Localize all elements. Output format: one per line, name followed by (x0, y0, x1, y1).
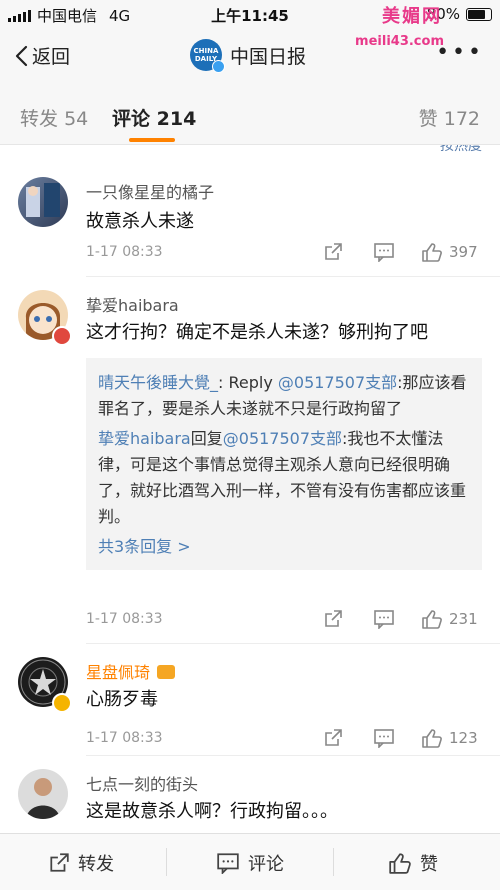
divider (166, 848, 167, 876)
china-daily-logo: CHINA DAILY (190, 39, 225, 73)
tab-comments[interactable]: 评论 214 (112, 104, 196, 131)
tab-likes[interactable]: 赞 172 (419, 104, 480, 131)
bottom-action-bar: 转发 评论 赞 (0, 833, 500, 890)
share-icon[interactable] (323, 728, 343, 748)
reply-author[interactable]: 晴天午後睡大覺_ (98, 373, 218, 392)
verified-icon (52, 693, 72, 713)
comment-time: 1-17 08:33 (86, 611, 163, 627)
comment-text: 故意杀人未遂 (86, 211, 194, 232)
sort-hot-link[interactable]: 按热度 (440, 145, 482, 155)
reply-icon[interactable] (373, 609, 395, 629)
avatar[interactable] (18, 177, 68, 227)
share-icon[interactable] (323, 242, 343, 262)
like-button[interactable]: 231 (421, 609, 478, 629)
mention-link[interactable]: @0517507支部 (278, 373, 397, 392)
share-icon (50, 853, 69, 872)
comment-list[interactable]: 按热度 一只像星星的橘子 故意杀人未遂 1-17 08:33 397 挚爱hai… (0, 145, 500, 833)
comment-text: 这是故意杀人啊？行政拘留。。。 (86, 801, 338, 822)
comment-actions: 397 (323, 241, 484, 263)
avatar-image (26, 183, 60, 217)
divider (86, 643, 500, 644)
tab-indicator (129, 138, 175, 142)
comment-author[interactable]: 挚爱haibara (86, 292, 179, 316)
comment-time: 1-17 08:33 (86, 730, 163, 746)
comment-text: 心肠歹毒 (86, 689, 158, 710)
account-header[interactable]: CHINA DAILY 中国日报 (190, 39, 307, 73)
battery-icon (466, 7, 492, 21)
avatar[interactable] (18, 769, 68, 819)
comment-icon (217, 853, 239, 874)
back-label: 返回 (32, 46, 71, 68)
thumbs-up-icon (422, 610, 442, 629)
comment-actions: 231 (323, 608, 484, 630)
watermark-url: meili43.com (355, 34, 444, 49)
reply-icon[interactable] (373, 728, 395, 748)
mention-link[interactable]: @0517507支部 (223, 429, 342, 448)
reply-thread[interactable]: 晴天午後睡大覺_: Reply @0517507支部:那应该看罪名了，要是杀人未… (86, 358, 482, 570)
thumbs-up-icon (389, 853, 411, 874)
comment-text: 这才行拘？确定不是杀人未遂？够刑拘了吧 (86, 322, 428, 343)
divider (86, 755, 500, 756)
verified-icon (212, 60, 225, 73)
reply-item: 挚爱haibara回复@0517507支部:我也不太懂法律，可是这个事情总觉得主… (98, 429, 467, 526)
share-icon[interactable] (323, 609, 343, 629)
avatar-image (26, 778, 60, 819)
thumbs-up-icon (422, 729, 442, 748)
like-button[interactable]: 赞 (388, 850, 438, 876)
back-button[interactable]: 返回 (14, 42, 70, 69)
like-button[interactable]: 123 (421, 728, 478, 748)
comment-author[interactable]: 星盘佩琦 (86, 659, 176, 683)
like-count: 123 (449, 729, 478, 747)
more-replies-link[interactable]: 共3条回复 > (98, 534, 470, 560)
chevron-left-icon (15, 45, 28, 66)
comment-author[interactable]: 七点一刻的街头 (86, 771, 198, 795)
reply-item: 晴天午後睡大覺_: Reply @0517507支部:那应该看罪名了，要是杀人未… (98, 373, 467, 418)
page-title: 中国日报 (230, 45, 307, 68)
divider (333, 848, 334, 876)
tab-bar: 转发 54 评论 214 赞 172 (0, 86, 500, 145)
comment-button[interactable]: 评论 (216, 850, 284, 876)
member-badge-icon (52, 326, 72, 346)
repost-button[interactable]: 转发 (48, 850, 114, 876)
like-count: 231 (449, 610, 478, 628)
like-count: 397 (449, 243, 478, 261)
divider (86, 276, 500, 277)
reply-icon[interactable] (373, 242, 395, 262)
reply-author[interactable]: 挚爱haibara (98, 429, 191, 448)
watermark: 美媚网 (382, 6, 442, 27)
like-button[interactable]: 397 (421, 242, 478, 262)
tab-repost[interactable]: 转发 54 (20, 104, 88, 131)
thumbs-up-icon (422, 243, 442, 262)
comment-author[interactable]: 一只像星星的橘子 (86, 179, 214, 203)
vip-crown-icon (157, 665, 176, 679)
comment-actions: 123 (323, 727, 484, 749)
comment-time: 1-17 08:33 (86, 244, 163, 260)
